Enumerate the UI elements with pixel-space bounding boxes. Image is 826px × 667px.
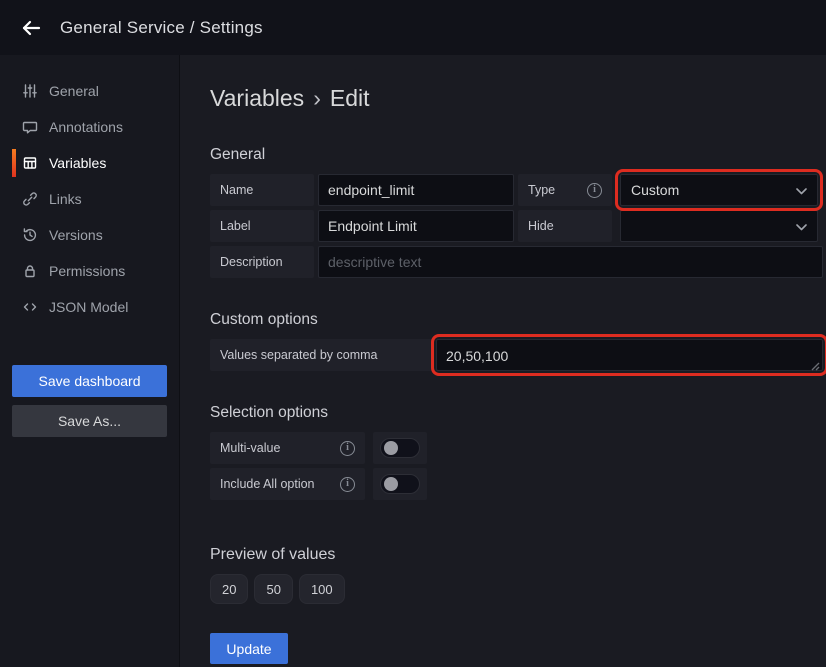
- values-textarea[interactable]: [436, 339, 823, 371]
- info-icon: [340, 441, 355, 456]
- custom-options-heading: Custom options: [210, 311, 823, 329]
- app-window: General Service / Settings General Annot…: [0, 0, 826, 667]
- include-all-row: Include All option: [210, 468, 823, 500]
- include-all-label: Include All option: [210, 468, 365, 500]
- comment-icon: [22, 119, 38, 135]
- sidebar-item-json-model[interactable]: JSON Model: [0, 289, 179, 325]
- sidebar-item-label: Variables: [49, 155, 106, 171]
- sidebar-item-annotations[interactable]: Annotations: [0, 109, 179, 145]
- page-title: General Service / Settings: [60, 18, 263, 38]
- sidebar-item-general[interactable]: General: [0, 73, 179, 109]
- switch-off-icon: [380, 438, 420, 458]
- sidebar-item-label: Links: [49, 191, 82, 207]
- sidebar-item-label: Annotations: [49, 119, 123, 135]
- hide-select[interactable]: [620, 210, 818, 242]
- name-input[interactable]: [318, 174, 514, 206]
- label-input[interactable]: [318, 210, 514, 242]
- update-button[interactable]: Update: [210, 633, 288, 664]
- sidebar-item-label: Permissions: [49, 263, 125, 279]
- chevron-down-icon: [796, 182, 807, 198]
- type-select-highlight: Custom: [620, 174, 818, 206]
- values-input-highlight: [436, 339, 823, 371]
- description-row: Description: [210, 246, 823, 278]
- info-icon: [587, 183, 602, 198]
- main-content: Variables › Edit General Name Type Custom: [180, 55, 826, 667]
- arrow-left-icon: [20, 17, 42, 39]
- description-label: Description: [210, 246, 314, 278]
- breadcrumb-page: Edit: [330, 85, 370, 111]
- selection-options-heading: Selection options: [210, 404, 823, 422]
- type-select[interactable]: Custom: [620, 174, 818, 206]
- sidebar-item-variables[interactable]: Variables: [0, 145, 179, 181]
- settings-sidebar: General Annotations Variables Links: [0, 55, 180, 667]
- top-header: General Service / Settings: [0, 0, 826, 55]
- hide-label: Hide: [518, 210, 612, 242]
- lock-icon: [22, 263, 38, 279]
- preview-chip: 20: [210, 574, 248, 604]
- save-dashboard-button[interactable]: Save dashboard: [12, 365, 167, 397]
- sidebar-item-label: JSON Model: [49, 299, 128, 315]
- multi-value-toggle[interactable]: [373, 432, 427, 464]
- multi-value-row: Multi-value: [210, 432, 823, 464]
- resize-handle-icon[interactable]: [810, 358, 820, 368]
- info-icon: [340, 477, 355, 492]
- code-icon: [22, 299, 38, 315]
- sidebar-item-versions[interactable]: Versions: [0, 217, 179, 253]
- type-label: Type: [518, 174, 612, 206]
- breadcrumb-section: Variables: [210, 85, 304, 111]
- preview-values: 20 50 100: [210, 574, 823, 604]
- switch-off-icon: [380, 474, 420, 494]
- preview-heading: Preview of values: [210, 546, 823, 564]
- sidebar-item-label: Versions: [49, 227, 103, 243]
- sidebar-item-label: General: [49, 83, 99, 99]
- values-label: Values separated by comma: [210, 339, 432, 371]
- multi-value-label: Multi-value: [210, 432, 365, 464]
- sliders-icon: [22, 83, 38, 99]
- sidebar-item-links[interactable]: Links: [0, 181, 179, 217]
- table-icon: [22, 155, 38, 171]
- history-icon: [22, 227, 38, 243]
- preview-chip: 50: [254, 574, 292, 604]
- description-input[interactable]: [318, 246, 823, 278]
- back-button[interactable]: [14, 11, 48, 45]
- save-as-button[interactable]: Save As...: [12, 405, 167, 437]
- breadcrumb-separator: ›: [313, 85, 321, 111]
- sidebar-item-permissions[interactable]: Permissions: [0, 253, 179, 289]
- label-label: Label: [210, 210, 314, 242]
- name-label: Name: [210, 174, 314, 206]
- chevron-down-icon: [796, 218, 807, 234]
- link-icon: [22, 191, 38, 207]
- breadcrumb: Variables › Edit: [210, 85, 823, 112]
- name-type-row: Name Type Custom: [210, 174, 823, 206]
- preview-chip: 100: [299, 574, 345, 604]
- general-section-heading: General: [210, 146, 823, 164]
- include-all-toggle[interactable]: [373, 468, 427, 500]
- values-row: Values separated by comma: [210, 339, 823, 371]
- label-hide-row: Label Hide: [210, 210, 823, 242]
